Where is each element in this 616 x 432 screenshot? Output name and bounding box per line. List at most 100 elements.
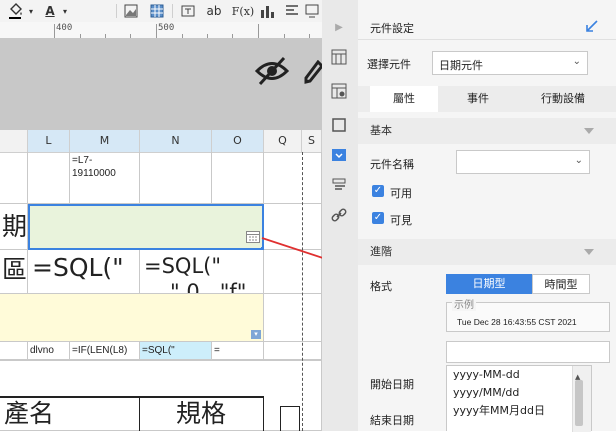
edit-icon[interactable] [304,59,325,87]
paint-bucket-icon[interactable] [4,2,26,20]
column-header-l[interactable]: L [28,130,70,152]
border-icon[interactable] [330,116,348,134]
column-header-q[interactable]: Q [264,130,302,152]
column-header-corner [0,130,28,152]
table-icon[interactable] [148,2,166,20]
cell-text: =SQL(" [32,253,124,282]
sql-cell-n[interactable]: =SQL(" " 0 . "f" [140,250,264,294]
widget-type-value: 日期元件 [439,59,483,72]
widget-name-row: 元件名稱 ⌄ [358,150,616,174]
sheet-layout-icon[interactable] [330,48,348,66]
chevron-down-icon[interactable]: ▾ [60,2,70,20]
widget-settings-panel: 元件設定 選擇元件 日期元件 ⌄ 屬性 事件 行動設備 基本 元件名稱 ⌄ ✓ … [358,0,616,432]
scroll-thumb[interactable] [575,380,583,426]
cell-dlvno[interactable]: dlvno [28,342,70,360]
label-cell-period[interactable]: 期 [0,204,28,250]
grid-cell[interactable] [264,342,322,360]
tab-mobile[interactable]: 行動設備 [528,86,598,112]
grid-cell[interactable] [264,152,322,204]
grid-cell[interactable] [264,294,322,342]
toolbar-divider [172,4,173,18]
grid-cell[interactable] [280,406,300,431]
panel-header: 元件設定 [358,0,616,40]
expand-arrow-icon[interactable] [586,20,598,35]
time-type-button[interactable]: 時間型 [532,274,590,294]
ruler: 400 500 [0,22,322,39]
form-icon[interactable] [330,176,348,194]
panel-icon-strip: ▶ [322,0,359,431]
bar-chart-icon[interactable] [258,2,278,20]
start-date-label: 開始日期 [370,378,414,391]
tab-bar: 屬性 事件 行動設備 [358,86,616,112]
column-header-n[interactable]: N [140,130,212,152]
grid-cell[interactable] [0,342,28,360]
column-header-o[interactable]: O [212,130,264,152]
grid-cell[interactable] [212,152,264,204]
column-header-m[interactable]: M [70,130,140,152]
formula-button[interactable]: F(x) [230,2,256,20]
section-advanced[interactable]: 進階 [358,239,616,265]
caret-down-icon[interactable] [584,128,594,134]
format-options-list[interactable]: yyyy-MM-dd yyyy/MM/dd yyyy年MM月dd日 ▲ [446,365,592,432]
spec-cell[interactable]: 規格 [140,396,264,431]
calendar-icon[interactable] [246,231,260,246]
format-option[interactable]: yyyy-MM-dd [447,366,591,384]
selected-date-cell[interactable] [28,204,264,250]
sql-cell-m[interactable]: =SQL(" [28,250,140,294]
section-advanced-label: 進階 [370,245,392,258]
frame-icon[interactable] [302,2,322,20]
image-icon[interactable] [122,2,140,20]
align-icon[interactable] [282,2,302,20]
product-name-cell[interactable]: 產名 [0,396,140,431]
available-row: ✓ 可用 [358,184,616,200]
cell-properties-icon[interactable] [330,82,348,100]
yellow-merged-cell[interactable]: ▾ [0,294,264,342]
link-icon[interactable] [330,206,348,224]
grid-cell[interactable] [0,152,28,204]
visible-checkbox[interactable]: ✓ [372,212,384,224]
cell-text: 規格 [176,399,227,428]
chevron-down-icon[interactable]: ▾ [26,2,36,20]
textbox-icon[interactable] [178,2,198,20]
widget-name-input[interactable]: ⌄ [456,150,590,174]
grid-cell[interactable] [28,152,70,204]
available-label: 可用 [390,187,412,200]
formula-cell-if[interactable]: =IF(LEN(L8) [70,342,140,360]
format-input[interactable] [446,341,610,363]
date-type-button[interactable]: 日期型 [446,274,532,294]
tab-properties[interactable]: 屬性 [370,86,438,112]
formula-cell-m[interactable]: =L7- 19110000 [70,152,140,204]
toolbar: ▾ A ▾ ab F(x) [0,0,322,23]
hide-eye-icon[interactable] [254,56,290,89]
example-box: Tue Dec 28 16:43:55 CST 2021 示例 [358,296,616,338]
formula-cell-o[interactable]: = [212,342,264,360]
font-color-button[interactable]: A [40,2,60,20]
example-label: 示例 [452,296,476,311]
select-widget-label: 選擇元件 [367,58,411,71]
panel-title: 元件設定 [370,22,414,35]
visible-row: ✓ 可見 [358,211,616,227]
formula-cell-sql[interactable]: =SQL(" [140,342,212,360]
chevron-down-icon[interactable]: ⌄ [575,155,583,166]
widget-icon[interactable] [330,146,348,164]
format-option[interactable]: yyyy年MM月dd日 [447,402,591,420]
text-button[interactable]: ab [202,2,226,20]
section-basic[interactable]: 基本 [358,118,616,144]
widget-name-label: 元件名稱 [370,158,414,171]
header-band [0,38,325,130]
dropdown-icon[interactable]: ▾ [251,330,261,339]
column-header-s[interactable]: S [302,130,322,152]
collapse-arrow-icon[interactable]: ▶ [330,18,348,36]
list-scrollbar[interactable]: ▲ [572,366,591,432]
chevron-down-icon[interactable]: ⌄ [573,56,581,67]
grid-cell[interactable] [140,152,212,204]
available-checkbox[interactable]: ✓ [372,185,384,197]
tab-events[interactable]: 事件 [448,86,508,112]
widget-type-select[interactable]: 日期元件 ⌄ [432,51,588,75]
cell-text: " 0 . "f" [170,280,247,294]
label-cell-area[interactable]: 區 [0,250,28,294]
format-option[interactable]: yyyy/MM/dd [447,384,591,402]
ruler-mark: 500 [158,23,175,33]
ruler-tick [258,24,259,38]
caret-down-icon[interactable] [584,249,594,255]
